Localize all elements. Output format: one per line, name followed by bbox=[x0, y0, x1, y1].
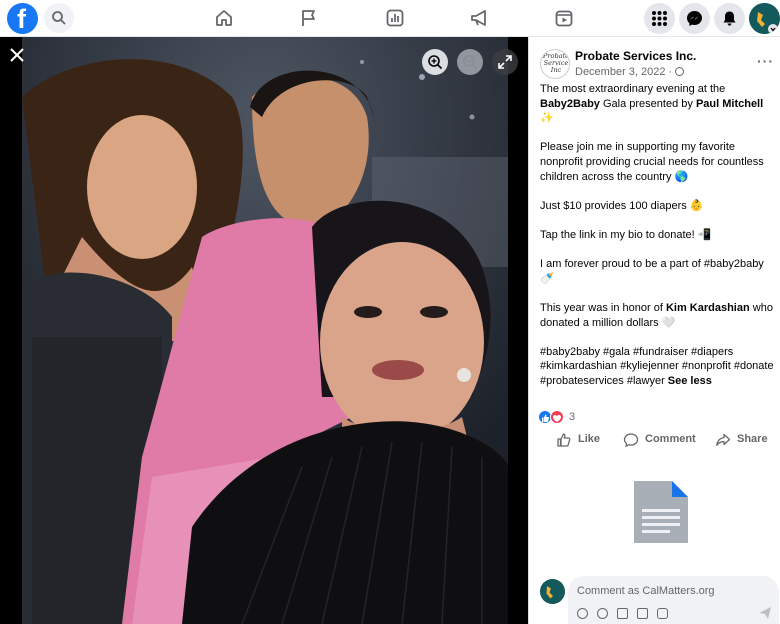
post-body: The most extraordinary evening at the Ba… bbox=[540, 82, 778, 403]
search-icon bbox=[52, 11, 66, 25]
reaction-count[interactable]: 3 bbox=[569, 411, 575, 423]
zoom-out-icon bbox=[463, 55, 478, 70]
post-paragraph: This year was in honor of Kim Kardashian… bbox=[540, 301, 773, 329]
megaphone-icon[interactable] bbox=[469, 7, 491, 29]
post-paragraph: Just $10 provides 100 diapers 👶 bbox=[540, 199, 704, 212]
commenter-avatar[interactable] bbox=[540, 579, 565, 604]
fullscreen-button[interactable] bbox=[492, 49, 518, 75]
post-hashtags: #baby2baby #gala #fundraiser #diapers #k… bbox=[540, 345, 774, 387]
messenger-icon bbox=[687, 11, 702, 26]
post-paragraph: I am forever proud to be a part of #baby… bbox=[540, 258, 764, 285]
comment-input[interactable]: Comment as CalMatters.org bbox=[568, 576, 779, 624]
share-label: Share bbox=[737, 433, 768, 445]
more-options-icon[interactable]: ··· bbox=[757, 53, 774, 69]
avatar-sticker-icon[interactable] bbox=[577, 608, 588, 619]
document-placeholder-icon bbox=[634, 481, 688, 543]
search-button[interactable] bbox=[44, 3, 74, 33]
post-actions: Like Comment Share bbox=[529, 430, 780, 450]
gif-icon[interactable] bbox=[637, 608, 648, 619]
like-icon bbox=[557, 433, 571, 447]
comment-placeholder: Comment as CalMatters.org bbox=[577, 585, 715, 597]
top-navigation-bar: f bbox=[0, 0, 780, 37]
pages-flag-icon[interactable] bbox=[298, 7, 320, 29]
mention-link[interactable]: Paul Mitchell bbox=[696, 98, 763, 110]
emoji-icon[interactable] bbox=[597, 608, 608, 619]
zoom-in-button[interactable] bbox=[422, 49, 448, 75]
home-icon[interactable] bbox=[213, 7, 235, 29]
like-label: Like bbox=[578, 433, 601, 445]
page-avatar[interactable]: Probate Service Inc bbox=[540, 49, 570, 79]
share-button[interactable]: Share bbox=[715, 430, 775, 450]
zoom-out-button[interactable] bbox=[457, 49, 483, 75]
menu-button[interactable] bbox=[644, 3, 675, 34]
mention-link[interactable]: Baby2Baby bbox=[540, 98, 600, 110]
globe-icon bbox=[675, 67, 685, 76]
fullscreen-icon bbox=[498, 55, 512, 69]
comment-icon bbox=[623, 433, 639, 448]
mention-link[interactable]: Kim Kardashian bbox=[666, 302, 750, 314]
post-photo[interactable] bbox=[22, 37, 508, 624]
photo-viewer bbox=[0, 37, 528, 624]
photo-illustration bbox=[22, 37, 508, 624]
zoom-in-icon bbox=[428, 55, 443, 70]
love-reaction-icon bbox=[550, 410, 564, 424]
menu-grid-icon bbox=[652, 11, 667, 26]
calmatters-logo-icon bbox=[749, 3, 780, 34]
notifications-icon bbox=[723, 11, 736, 26]
post-date-text: December 3, 2022 · bbox=[575, 66, 673, 78]
page-avatar-logo-text: Probate Service Inc bbox=[543, 52, 569, 74]
facebook-logo[interactable]: f bbox=[7, 3, 38, 34]
close-viewer-button[interactable] bbox=[4, 42, 30, 68]
comment-button[interactable]: Comment bbox=[623, 430, 703, 450]
camera-icon[interactable] bbox=[617, 608, 628, 619]
send-icon[interactable] bbox=[758, 606, 772, 620]
messenger-button[interactable] bbox=[679, 3, 710, 34]
watch-icon[interactable] bbox=[553, 7, 575, 29]
notifications-button[interactable] bbox=[714, 3, 745, 34]
ads-manager-icon[interactable] bbox=[384, 7, 406, 29]
share-icon bbox=[716, 433, 731, 446]
page-name-link[interactable]: Probate Services Inc. bbox=[575, 49, 696, 63]
sticker-icon[interactable] bbox=[657, 608, 668, 619]
account-avatar[interactable] bbox=[749, 3, 780, 34]
like-button[interactable]: Like bbox=[556, 430, 626, 450]
post-paragraph: Please join me in supporting my favorite… bbox=[540, 141, 764, 183]
post-date[interactable]: December 3, 2022 · bbox=[575, 66, 685, 78]
post-paragraph: The most extraordinary evening at the Ba… bbox=[540, 83, 764, 125]
close-icon bbox=[10, 48, 24, 62]
see-less-link[interactable]: See less bbox=[668, 375, 712, 387]
facebook-logo-letter: f bbox=[17, 4, 26, 34]
post-paragraph: Tap the link in my bio to donate! 📲 bbox=[540, 228, 712, 241]
post-details-panel: Probate Service Inc Probate Services Inc… bbox=[528, 37, 780, 624]
calmatters-logo-icon bbox=[540, 579, 565, 604]
comment-label: Comment bbox=[645, 433, 696, 445]
